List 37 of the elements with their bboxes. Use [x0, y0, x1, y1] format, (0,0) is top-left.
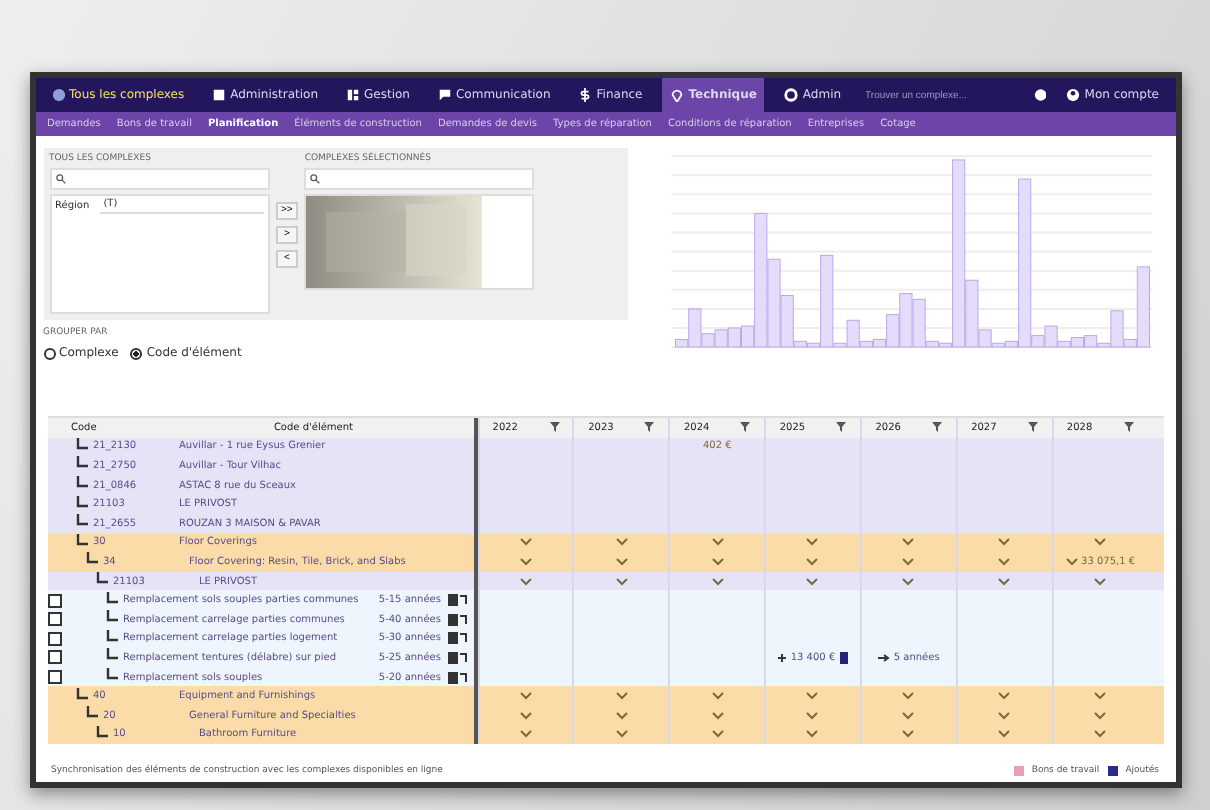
row-checkbox[interactable] [47, 593, 61, 608]
user-icon [1066, 88, 1081, 102]
selected-complex-list[interactable] [304, 194, 535, 290]
chevron-icon[interactable] [1065, 557, 1078, 566]
pin-icon [670, 88, 685, 102]
row-checkbox[interactable] [47, 631, 61, 646]
filter-icon[interactable] [644, 422, 655, 433]
row-checkbox[interactable] [47, 612, 61, 627]
row-checkbox[interactable] [47, 670, 61, 685]
plus-icon [778, 653, 787, 662]
arrow-icon [877, 653, 890, 662]
filter-icon[interactable] [836, 422, 847, 433]
settings-icon [784, 88, 799, 102]
window-icon [212, 88, 227, 102]
tool-icon[interactable] [447, 613, 467, 626]
search-field[interactable] [49, 168, 269, 190]
tool-icon[interactable] [447, 651, 467, 664]
tool-icon[interactable] [447, 632, 467, 645]
row-checkbox[interactable] [47, 650, 61, 665]
search-icon [55, 174, 65, 184]
flag-icon [437, 88, 452, 102]
search-field[interactable] [304, 168, 535, 190]
filter-icon[interactable] [1027, 422, 1038, 433]
tool-icon[interactable] [447, 594, 467, 607]
filter-icon[interactable] [549, 422, 560, 433]
filter-icon[interactable] [1123, 422, 1134, 433]
filter-icon[interactable] [740, 422, 751, 433]
filter-icon[interactable] [932, 422, 942, 433]
chevron-icon[interactable] [1094, 538, 1107, 547]
tool-icon[interactable] [447, 671, 467, 684]
dollar-icon [578, 88, 593, 102]
chevron-icon[interactable] [1094, 577, 1107, 586]
search-icon [310, 174, 321, 184]
help-icon[interactable] [1033, 88, 1047, 102]
globe-icon [51, 88, 65, 102]
grid-icon [346, 88, 361, 102]
marker-icon[interactable] [839, 651, 848, 664]
